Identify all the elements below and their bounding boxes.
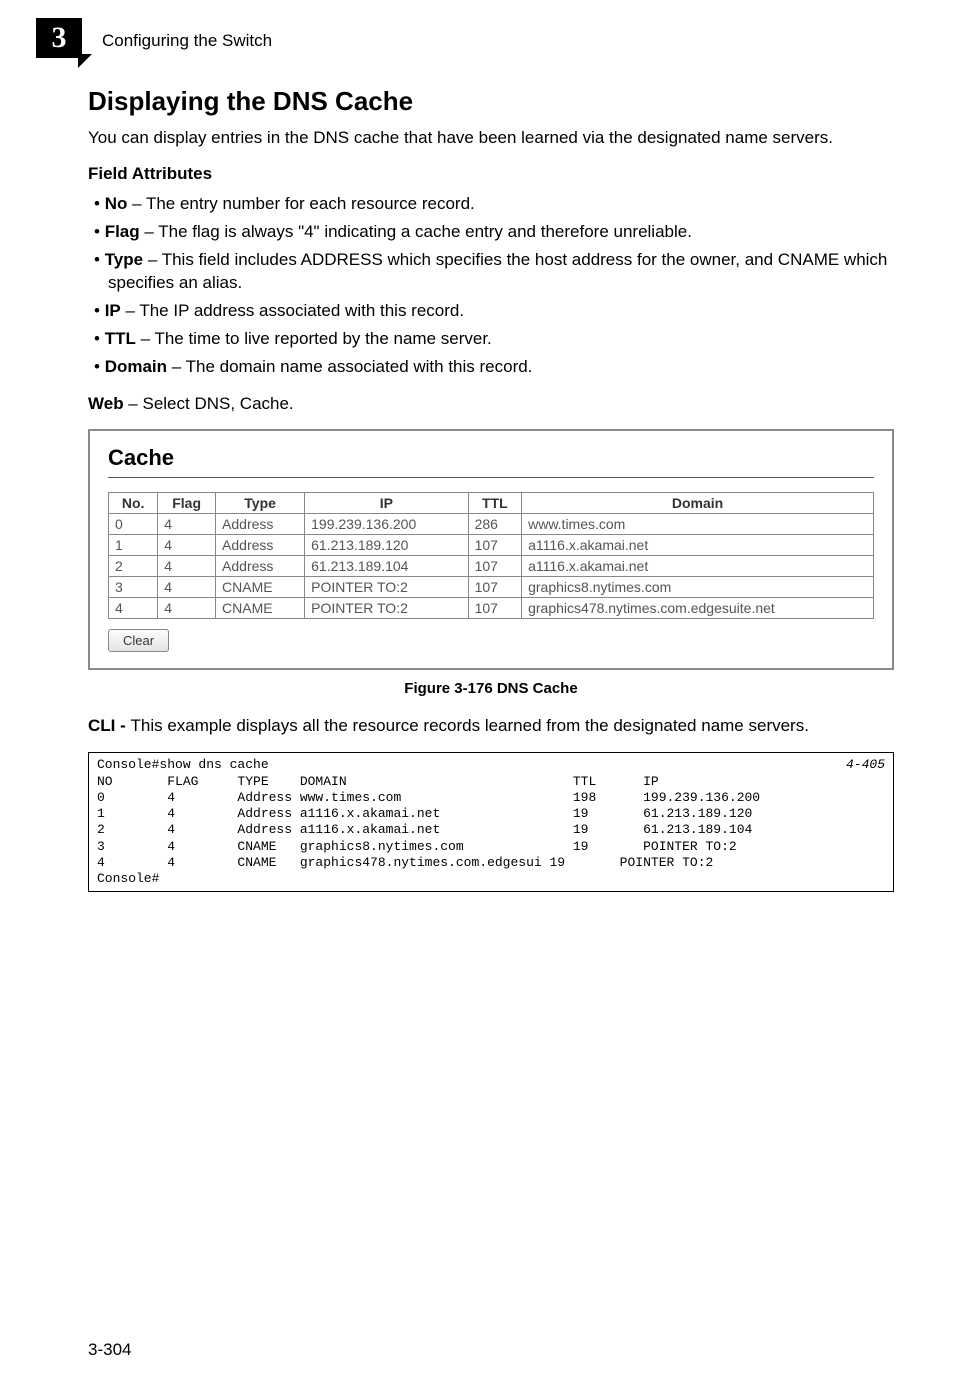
cli-line: 0 4 Address www.times.com 198 199.239.13… — [97, 790, 760, 805]
chapter-badge: 3 — [36, 18, 88, 64]
field-attributes-heading: Field Attributes — [88, 164, 894, 184]
bullet-desc: – The entry number for each resource rec… — [127, 194, 474, 213]
cell-flag: 4 — [158, 556, 216, 577]
cell-ttl: 286 — [468, 514, 522, 535]
table-row: 3 4 CNAME POINTER TO:2 107 graphics8.nyt… — [109, 577, 874, 598]
col-flag: Flag — [158, 493, 216, 514]
badge-corner-icon — [78, 54, 92, 68]
cell-domain: graphics8.nytimes.com — [522, 577, 874, 598]
cell-type: CNAME — [216, 598, 305, 619]
cell-domain: graphics478.nytimes.com.edgesuite.net — [522, 598, 874, 619]
web-text: – Select DNS, Cache. — [124, 394, 294, 413]
table-row: 0 4 Address 199.239.136.200 286 www.time… — [109, 514, 874, 535]
cli-text: This example displays all the resource r… — [131, 716, 809, 735]
dns-cache-table: No. Flag Type IP TTL Domain 0 4 Address … — [108, 492, 874, 619]
cell-no: 1 — [109, 535, 158, 556]
figure-caption: Figure 3-176 DNS Cache — [88, 680, 894, 697]
cell-flag: 4 — [158, 577, 216, 598]
web-label: Web — [88, 394, 124, 413]
dns-cache-screenshot: Cache No. Flag Type IP TTL Domain 0 — [88, 429, 894, 670]
col-domain: Domain — [522, 493, 874, 514]
cell-ip: 61.213.189.104 — [305, 556, 468, 577]
field-attributes-list: No – The entry number for each resource … — [88, 192, 894, 379]
cell-ip: POINTER TO:2 — [305, 598, 468, 619]
cli-line: Console# — [97, 871, 159, 886]
cell-ttl: 107 — [468, 577, 522, 598]
cell-domain: www.times.com — [522, 514, 874, 535]
cell-flag: 4 — [158, 535, 216, 556]
cell-ip: 199.239.136.200 — [305, 514, 468, 535]
divider — [108, 477, 874, 478]
cell-ip: 61.213.189.120 — [305, 535, 468, 556]
page-header: 3 Configuring the Switch — [36, 18, 272, 64]
col-type: Type — [216, 493, 305, 514]
page-number: 3-304 — [88, 1340, 131, 1360]
bullet-term: Flag — [105, 222, 140, 241]
cli-intro: CLI - This example displays all the reso… — [88, 715, 894, 738]
section-intro: You can display entries in the DNS cache… — [88, 127, 894, 150]
bullet-term: IP — [105, 301, 121, 320]
cli-label: CLI - — [88, 716, 131, 735]
cli-line: 2 4 Address a1116.x.akamai.net 19 61.213… — [97, 822, 752, 837]
bullet-desc: – The IP address associated with this re… — [121, 301, 464, 320]
list-item: Domain – The domain name associated with… — [88, 355, 894, 379]
bullet-desc: – The flag is always "4" indicating a ca… — [140, 222, 692, 241]
cell-type: Address — [216, 535, 305, 556]
cli-line: Console#show dns cache — [97, 757, 269, 772]
cli-line: NO FLAG TYPE DOMAIN TTL IP — [97, 774, 659, 789]
list-item: Type – This field includes ADDRESS which… — [88, 248, 894, 296]
bullet-term: TTL — [105, 329, 136, 348]
table-row: 1 4 Address 61.213.189.120 107 a1116.x.a… — [109, 535, 874, 556]
list-item: IP – The IP address associated with this… — [88, 299, 894, 323]
cell-no: 3 — [109, 577, 158, 598]
cell-no: 0 — [109, 514, 158, 535]
cell-no: 2 — [109, 556, 158, 577]
cell-type: Address — [216, 514, 305, 535]
cell-flag: 4 — [158, 514, 216, 535]
table-row: 4 4 CNAME POINTER TO:2 107 graphics478.n… — [109, 598, 874, 619]
cell-type: Address — [216, 556, 305, 577]
bullet-term: No — [105, 194, 128, 213]
cli-page-ref: 4-405 — [846, 757, 885, 773]
bullet-desc: – This field includes ADDRESS which spec… — [108, 250, 887, 293]
table-row: 2 4 Address 61.213.189.104 107 a1116.x.a… — [109, 556, 874, 577]
table-header-row: No. Flag Type IP TTL Domain — [109, 493, 874, 514]
cell-domain: a1116.x.akamai.net — [522, 556, 874, 577]
cell-ttl: 107 — [468, 598, 522, 619]
bullet-term: Domain — [105, 357, 167, 376]
cli-output-box: Console#show dns cache 4-405 NO FLAG TYPE… — [88, 752, 894, 892]
list-item: TTL – The time to live reported by the n… — [88, 327, 894, 351]
cache-panel-title: Cache — [108, 445, 874, 471]
section-title: Displaying the DNS Cache — [88, 86, 894, 117]
web-instruction: Web – Select DNS, Cache. — [88, 393, 894, 416]
cell-flag: 4 — [158, 598, 216, 619]
list-item: No – The entry number for each resource … — [88, 192, 894, 216]
cell-ttl: 107 — [468, 556, 522, 577]
cli-line: 1 4 Address a1116.x.akamai.net 19 61.213… — [97, 806, 752, 821]
col-ttl: TTL — [468, 493, 522, 514]
clear-button[interactable]: Clear — [108, 629, 169, 652]
running-head: Configuring the Switch — [102, 31, 272, 51]
list-item: Flag – The flag is always "4" indicating… — [88, 220, 894, 244]
cli-line: 3 4 CNAME graphics8.nytimes.com 19 POINT… — [97, 839, 737, 854]
cli-line: 4 4 CNAME graphics478.nytimes.com.edgesu… — [97, 855, 713, 870]
cell-type: CNAME — [216, 577, 305, 598]
cell-no: 4 — [109, 598, 158, 619]
col-no: No. — [109, 493, 158, 514]
bullet-desc: – The domain name associated with this r… — [167, 357, 532, 376]
cell-domain: a1116.x.akamai.net — [522, 535, 874, 556]
cell-ip: POINTER TO:2 — [305, 577, 468, 598]
bullet-term: Type — [105, 250, 143, 269]
bullet-desc: – The time to live reported by the name … — [136, 329, 492, 348]
col-ip: IP — [305, 493, 468, 514]
cell-ttl: 107 — [468, 535, 522, 556]
chapter-number: 3 — [36, 18, 82, 58]
